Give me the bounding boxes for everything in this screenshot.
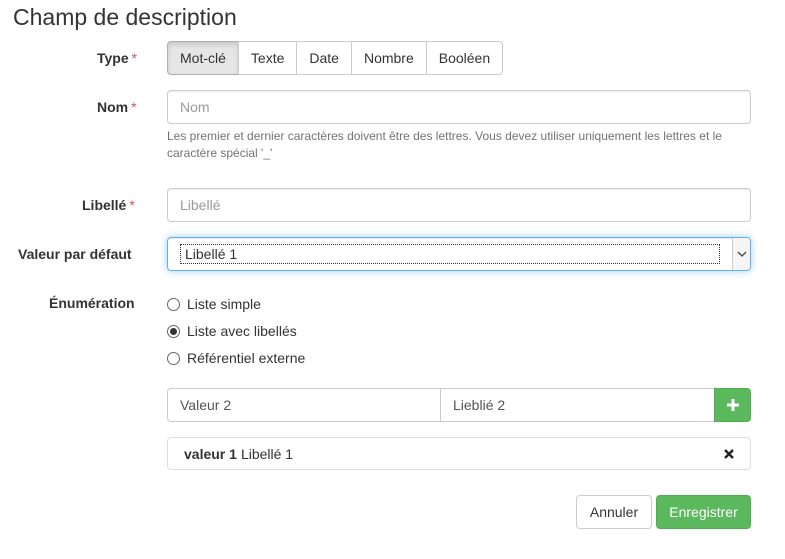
cancel-button[interactable]: Annuler	[576, 495, 652, 529]
new-label-input[interactable]	[440, 388, 715, 422]
plus-icon	[726, 399, 739, 411]
entry-value: valeur 1	[184, 445, 237, 462]
type-option-nombre[interactable]: Nombre	[350, 41, 427, 75]
type-label-text: Type	[97, 50, 129, 66]
required-mark: *	[131, 50, 138, 66]
nom-label-text: Nom	[97, 99, 129, 115]
required-mark: *	[129, 197, 135, 213]
enumeration-option-referentiel-externe[interactable]: Référentiel externe	[167, 350, 305, 366]
default-value-select[interactable]: Libellé 1	[167, 237, 751, 271]
radio-button-checked[interactable]	[167, 324, 180, 338]
required-mark: *	[131, 99, 137, 115]
libelle-label: Libellé *	[82, 197, 135, 213]
nom-input[interactable]	[167, 90, 751, 124]
type-option-texte[interactable]: Texte	[237, 41, 298, 75]
default-value-label: Valeur par défaut	[18, 246, 132, 262]
radio-label: Référentiel externe	[187, 350, 306, 366]
list-item: valeur 1 Libellé 1	[167, 437, 751, 470]
save-button[interactable]: Enregistrer	[656, 495, 751, 529]
libelle-label-text: Libellé	[82, 197, 127, 213]
nom-label: Nom *	[97, 99, 137, 115]
type-label: Type *	[97, 50, 137, 66]
type-option-mot-cle[interactable]: Mot-clé	[167, 41, 239, 75]
entry-label: Libellé 1	[240, 445, 294, 462]
enumeration-label: Énumération	[49, 295, 135, 311]
radio-button[interactable]	[167, 351, 180, 365]
add-entry-button[interactable]	[714, 388, 751, 422]
type-button-group: Mot-clé Texte Date Nombre Booléen	[167, 41, 504, 75]
nom-help-text: Les premier et dernier caractères doiven…	[167, 129, 722, 160]
type-option-date[interactable]: Date	[296, 41, 352, 75]
chevron-down-icon[interactable]	[732, 238, 750, 270]
libelle-input[interactable]	[167, 188, 751, 222]
new-value-input[interactable]	[167, 388, 441, 422]
close-icon	[724, 448, 734, 459]
enumeration-option-liste-avec-libelles[interactable]: Liste avec libellés	[167, 323, 297, 339]
radio-label: Liste simple	[187, 296, 261, 312]
radio-button[interactable]	[167, 297, 180, 311]
type-option-booleen[interactable]: Booléen	[425, 41, 504, 75]
remove-entry-button[interactable]	[724, 448, 734, 459]
enumeration-option-liste-simple[interactable]: Liste simple	[167, 296, 261, 312]
page-title: Champ de description	[13, 4, 237, 30]
default-value-selected: Libellé 1	[180, 244, 720, 264]
radio-label: Liste avec libellés	[187, 323, 297, 339]
